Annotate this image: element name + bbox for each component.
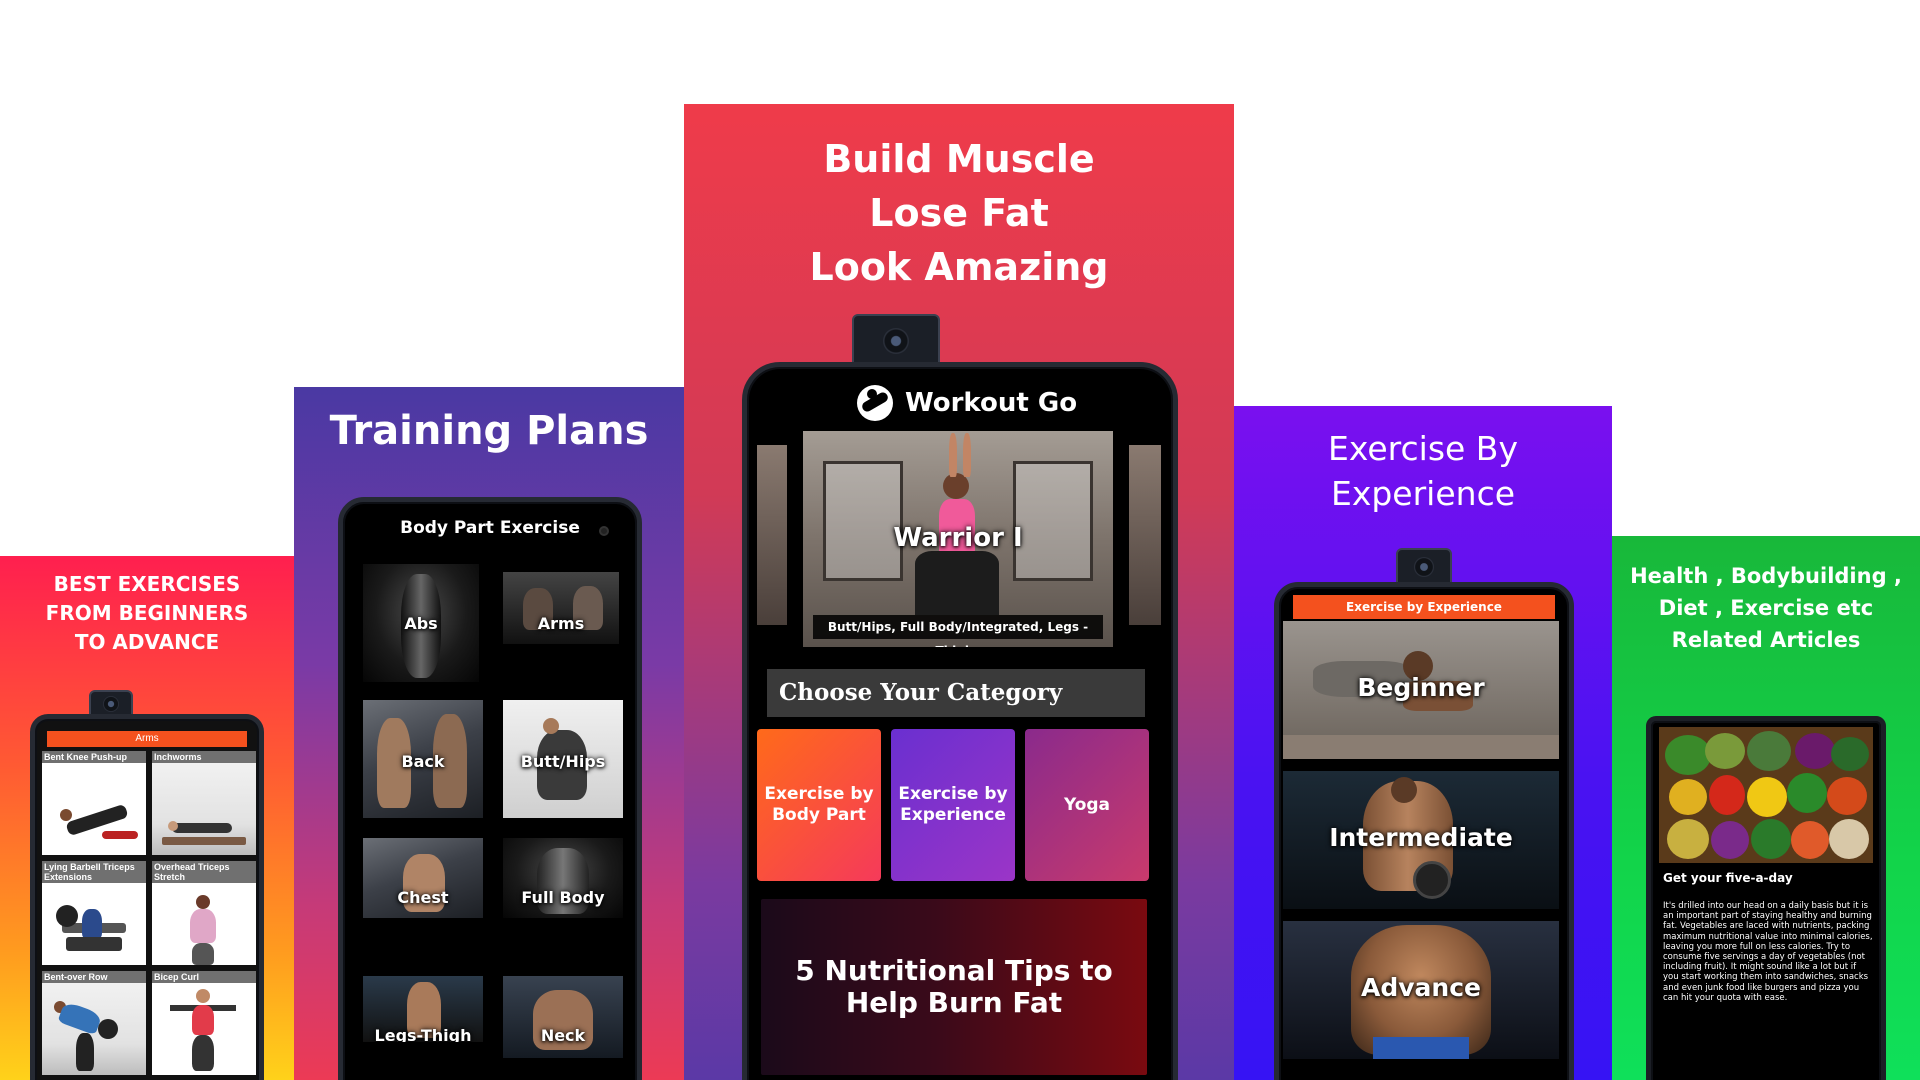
camera-dot — [599, 526, 609, 536]
category-heading: Choose Your Category — [767, 669, 1145, 717]
body-part-card[interactable]: Arms — [503, 572, 619, 644]
exercise-label: Bicep Curl — [152, 971, 256, 983]
exercise-card[interactable]: Bent Knee Push-up — [42, 751, 146, 855]
panel-training-plans: Training Plans Body Part Exercise Abs Ar… — [294, 387, 684, 1080]
featured-exercise-card[interactable]: Warrior I Butt/Hips, Full Body/Integrate… — [803, 431, 1113, 647]
panel-title: Build Muscle Lose Fat Look Amazing — [684, 132, 1234, 294]
exercise-label: Overhead Triceps Stretch — [152, 861, 256, 883]
phone-frame: Exercise by Experience Beginner Intermed… — [1274, 582, 1574, 1080]
title-line: Look Amazing — [809, 245, 1109, 289]
panel-title: Exercise By Experience — [1234, 426, 1612, 516]
title-line: TO ADVANCE — [74, 630, 220, 654]
exercise-label: Inchworms — [152, 751, 256, 763]
category-yoga-button[interactable]: Yoga — [1025, 729, 1149, 881]
app-logo-icon — [857, 385, 893, 421]
body-part-label: Arms — [537, 614, 585, 633]
title-line: Build Muscle — [823, 137, 1095, 181]
body-part-label: Back — [401, 752, 445, 771]
title-line: Health , Bodybuilding , — [1630, 564, 1902, 588]
screen-header: Arms — [47, 731, 247, 747]
panel-best-exercises: BEST EXERCISES FROM BEGINNERS TO ADVANCE… — [0, 556, 294, 1080]
exercise-label: Lying Barbell Triceps Extensions — [42, 861, 146, 883]
article-image — [1659, 727, 1873, 863]
body-part-label: Neck — [540, 1026, 586, 1045]
phone-frame: Get your five-a-day It's drilled into ou… — [1646, 716, 1886, 1080]
title-line: Lose Fat — [869, 191, 1049, 235]
featured-title: Warrior I — [893, 523, 1023, 553]
body-part-card[interactable]: Back — [363, 700, 483, 818]
exercise-card[interactable]: Bicep Curl — [152, 971, 256, 1075]
popup-camera — [1396, 548, 1452, 586]
category-experience-button[interactable]: Exercise by Experience — [891, 729, 1015, 881]
body-part-label: Full Body — [521, 888, 605, 907]
article-title: Get your five-a-day — [1663, 871, 1793, 885]
panel-title: BEST EXERCISES FROM BEGINNERS TO ADVANCE — [0, 570, 294, 657]
popup-camera — [852, 314, 940, 368]
level-card[interactable]: Intermediate — [1283, 771, 1559, 909]
article-body: It's drilled into our head on a daily ba… — [1663, 901, 1873, 1003]
exercise-label: Bent-over Row — [42, 971, 146, 983]
body-part-card[interactable]: Neck — [503, 976, 623, 1058]
screen-header: Body Part Exercise — [400, 518, 580, 538]
level-card[interactable]: Beginner — [1283, 621, 1559, 759]
exercise-label: Bent Knee Push-up — [42, 751, 146, 763]
panel-title: Health , Bodybuilding , Diet , Exercise … — [1612, 560, 1920, 656]
screen-header: Exercise by Experience — [1293, 595, 1555, 619]
level-label: Beginner — [1357, 673, 1485, 702]
phone-frame: Body Part Exercise Abs Arms Back Butt/Hi… — [338, 497, 642, 1080]
title-line: FROM BEGINNERS — [45, 601, 249, 625]
exercise-card[interactable]: Bent-over Row — [42, 971, 146, 1075]
body-part-card[interactable]: Abs — [363, 564, 479, 682]
article-banner[interactable]: 5 Nutritional Tips to Help Burn Fat — [761, 899, 1147, 1075]
title-line: Experience — [1330, 474, 1516, 513]
exercise-card[interactable]: Overhead Triceps Stretch — [152, 861, 256, 965]
body-part-card[interactable]: Full Body — [503, 838, 623, 918]
body-part-card[interactable]: Legs-Thigh — [363, 976, 483, 1042]
phone-frame: Arms Bent Knee Push-up Inchworms Lying B… — [30, 714, 264, 1080]
featured-tags: Butt/Hips, Full Body/Integrated, Legs - … — [813, 615, 1103, 647]
level-label: Advance — [1361, 973, 1481, 1002]
body-part-card[interactable]: Chest — [363, 838, 483, 918]
body-part-label: Abs — [404, 614, 438, 633]
panel-articles: Health , Bodybuilding , Diet , Exercise … — [1612, 536, 1920, 1080]
body-part-label: Legs-Thigh — [374, 1026, 472, 1042]
body-part-card[interactable]: Butt/Hips — [503, 700, 623, 818]
carousel-next-card[interactable] — [1129, 445, 1161, 625]
body-part-label: Chest — [397, 888, 449, 907]
carousel-prev-card[interactable] — [757, 445, 787, 625]
level-card[interactable]: Advance — [1283, 921, 1559, 1059]
title-line: Exercise By — [1328, 429, 1518, 468]
panel-title: Training Plans — [329, 408, 649, 454]
title-line: Related Articles — [1671, 628, 1861, 652]
app-name: Workout Go — [905, 388, 1078, 418]
exercise-card[interactable]: Inchworms — [152, 751, 256, 855]
title-line: Diet , Exercise etc — [1658, 596, 1874, 620]
panel-exercise-experience: Exercise By Experience Exercise by Exper… — [1234, 406, 1612, 1080]
level-label: Intermediate — [1329, 823, 1513, 852]
category-body-part-button[interactable]: Exercise by Body Part — [757, 729, 881, 881]
phone-frame: Workout Go Warrior I Butt/Hips, Full Bod… — [742, 362, 1178, 1080]
title-line: BEST EXERCISES — [53, 572, 241, 596]
body-part-label: Butt/Hips — [520, 752, 606, 771]
exercise-card[interactable]: Lying Barbell Triceps Extensions — [42, 861, 146, 965]
panel-build-muscle: Build Muscle Lose Fat Look Amazing Worko… — [684, 104, 1234, 1080]
